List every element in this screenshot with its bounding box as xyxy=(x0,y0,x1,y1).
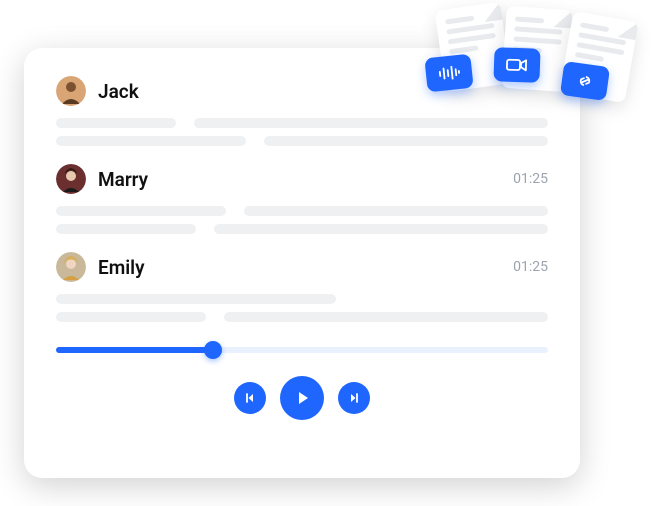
transcript-entry: Jack xyxy=(56,76,548,146)
play-button[interactable] xyxy=(280,376,324,420)
progress-thumb[interactable] xyxy=(204,341,222,359)
skip-back-icon xyxy=(243,391,257,405)
entry-header: Emily 01:25 xyxy=(56,252,548,282)
speaker-name: Jack xyxy=(98,80,536,103)
transcript-entry: Emily 01:25 xyxy=(56,252,548,322)
previous-button[interactable] xyxy=(234,382,266,414)
play-icon xyxy=(293,389,311,407)
transcript-entry: Marry 01:25 xyxy=(56,164,548,234)
timestamp: 01:25 xyxy=(513,171,548,187)
timestamp: 01:25 xyxy=(513,259,548,275)
progress-fill xyxy=(56,347,213,353)
avatar xyxy=(56,164,86,194)
speaker-name: Emily xyxy=(98,256,501,279)
avatar xyxy=(56,76,86,106)
entry-header: Marry 01:25 xyxy=(56,164,548,194)
transcript-placeholder-lines xyxy=(56,118,548,146)
skip-forward-icon xyxy=(347,391,361,405)
entry-header: Jack xyxy=(56,76,548,106)
playback-controls xyxy=(56,376,548,420)
speaker-name: Marry xyxy=(98,168,501,191)
avatar xyxy=(56,252,86,282)
playback-progress[interactable] xyxy=(56,340,548,360)
transcript-placeholder-lines xyxy=(56,206,548,234)
transcript-card: Jack Marry 01:25 xyxy=(24,48,580,478)
transcript-placeholder-lines xyxy=(56,294,548,322)
next-button[interactable] xyxy=(338,382,370,414)
